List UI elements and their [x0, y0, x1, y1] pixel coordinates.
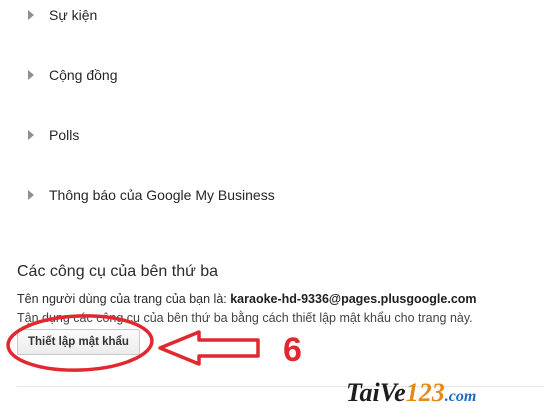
expand-arrow-icon: [28, 130, 34, 140]
section-item-cong-dong[interactable]: Cộng đồng: [28, 63, 118, 87]
page-username: karaoke-hd-9336@pages.plusgoogle.com: [230, 292, 477, 306]
expand-arrow-icon: [28, 190, 34, 200]
third-party-tools-heading: Các công cụ của bên thứ ba: [17, 263, 219, 280]
expand-arrow-icon: [28, 10, 34, 20]
set-password-button[interactable]: Thiết lập mật khẩu: [17, 329, 140, 355]
section-label: Thông báo của Google My Business: [49, 187, 275, 203]
section-item-su-kien[interactable]: Sự kiện: [28, 3, 97, 27]
section-label: Polls: [49, 127, 80, 143]
section-label: Sự kiện: [49, 7, 98, 23]
pointer-arrow-icon: [158, 330, 260, 366]
site-watermark-logo: TaiVe123.com: [346, 378, 477, 407]
page-username-line: Tên người dùng của trang của bạn là: kar…: [17, 292, 477, 306]
section-label: Cộng đồng: [49, 67, 118, 83]
third-party-description: Tận dụng các công cụ của bên thứ ba bằng…: [17, 311, 473, 325]
expand-arrow-icon: [28, 70, 34, 80]
step-number-annotation: 6: [283, 331, 302, 369]
section-item-google-my-business[interactable]: Thông báo của Google My Business: [28, 183, 275, 207]
section-item-polls[interactable]: Polls: [28, 123, 79, 147]
username-prefix: Tên người dùng của trang của bạn là:: [17, 292, 231, 306]
